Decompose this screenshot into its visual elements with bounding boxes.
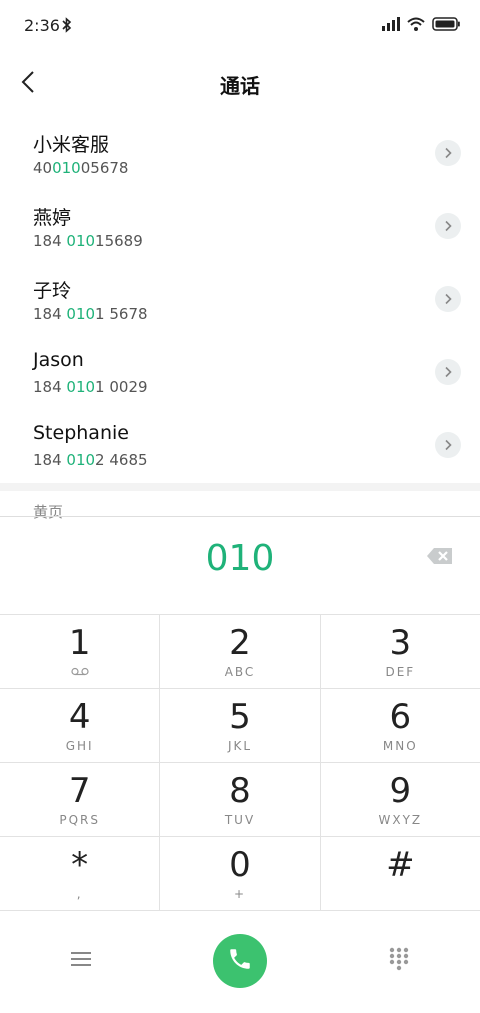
contact-number: 184 0101 0029: [33, 378, 148, 396]
section-divider: [0, 483, 480, 491]
chevron-right-icon: [444, 290, 452, 309]
key-digit: 3: [389, 623, 412, 663]
dialpad-toggle-button[interactable]: [384, 946, 414, 976]
contact-name: 子玲: [33, 280, 72, 302]
chevron-right-icon: [444, 217, 452, 236]
key-digit: 0: [229, 845, 251, 885]
contact-name: 小米客服: [33, 134, 110, 156]
key-7[interactable]: 7 PQRS: [0, 763, 161, 836]
dial-keypad: 1 2 ABC 3 DEF 4 GHI 5 JKL 6 MNO 7 PQRS 8…: [0, 614, 480, 911]
yellow-pages-section-label[interactable]: 黄页: [33, 501, 63, 522]
contact-row[interactable]: 小米客服 4001005678: [0, 118, 480, 191]
keypad-row: * , 0 + #: [0, 837, 480, 911]
contact-row[interactable]: Jason 184 0101 0029: [0, 337, 480, 410]
key-digit: 5: [229, 697, 251, 737]
menu-button[interactable]: [66, 946, 96, 976]
contact-name: 燕婷: [33, 207, 72, 229]
key-letters: MNO: [382, 739, 418, 753]
key-1[interactable]: 1: [0, 615, 161, 688]
voicemail-icon: [0, 667, 159, 676]
key-8[interactable]: 8 TUV: [160, 763, 321, 836]
key-digit: 1: [68, 623, 91, 663]
key-star[interactable]: * ,: [0, 837, 161, 910]
key-3[interactable]: 3 DEF: [321, 615, 480, 688]
chevron-right-icon: [444, 363, 452, 382]
call-button[interactable]: [213, 934, 267, 988]
contact-row[interactable]: 子玲 184 0101 5678: [0, 264, 480, 337]
contact-name: Stephanie: [33, 422, 129, 444]
key-digit: #: [386, 845, 415, 885]
contact-detail-button[interactable]: [435, 432, 461, 458]
key-5[interactable]: 5 JKL: [160, 689, 321, 762]
contact-row[interactable]: 燕婷 184 01015689: [0, 191, 480, 264]
key-2[interactable]: 2 ABC: [160, 615, 321, 688]
key-letters: +: [233, 887, 247, 901]
key-letters: ,: [76, 887, 83, 901]
key-letters: GHI: [65, 739, 94, 753]
status-time: 2:36: [24, 16, 60, 35]
divider-line: [0, 516, 480, 517]
number-match-highlight: 010: [66, 451, 96, 469]
chevron-right-icon: [444, 144, 452, 163]
key-digit: *: [71, 845, 89, 885]
key-6[interactable]: 6 MNO: [321, 689, 480, 762]
contact-detail-button[interactable]: [435, 286, 461, 312]
number-match-highlight: 010: [52, 159, 81, 177]
contact-number: 184 01015689: [33, 232, 143, 250]
backspace-icon: [426, 548, 454, 570]
key-letters: ABC: [224, 665, 256, 679]
contact-number: 184 0101 5678: [33, 305, 148, 323]
key-digit: 6: [389, 697, 412, 737]
contact-detail-button[interactable]: [435, 213, 461, 239]
contact-suggestion-list: 小米客服 4001005678 燕婷 184 01015689 子玲 184 0…: [0, 118, 480, 483]
page-title: 通话: [220, 74, 260, 98]
number-match-highlight: 010: [66, 378, 96, 396]
signal-icon: [382, 16, 400, 35]
backspace-button[interactable]: [426, 546, 454, 566]
key-letters: PQRS: [59, 813, 100, 827]
contact-name: Jason: [33, 349, 84, 371]
contact-number: 4001005678: [33, 159, 129, 177]
keypad-row: 1 2 ABC 3 DEF: [0, 615, 480, 689]
bluetooth-icon: [62, 17, 72, 37]
key-9[interactable]: 9 WXYZ: [321, 763, 480, 836]
number-match-highlight: 010: [66, 305, 96, 323]
keypad-row: 4 GHI 5 JKL 6 MNO: [0, 689, 480, 763]
key-digit: 9: [389, 771, 412, 811]
key-digit: 4: [68, 697, 91, 737]
header: 通话: [0, 60, 480, 108]
key-4[interactable]: 4 GHI: [0, 689, 161, 762]
key-letters: WXYZ: [378, 813, 423, 827]
battery-icon: [432, 16, 460, 35]
status-bar: 2:36: [0, 0, 480, 52]
wifi-icon: [407, 16, 425, 35]
contact-detail-button[interactable]: [435, 359, 461, 385]
key-letters: JKL: [227, 739, 253, 753]
key-digit: 8: [229, 771, 251, 811]
key-letters: DEF: [385, 665, 416, 679]
status-icons: [382, 16, 460, 35]
key-digit: 7: [68, 771, 91, 811]
phone-icon: [227, 946, 253, 976]
bottom-action-bar: [0, 920, 480, 1004]
key-digit: 2: [229, 623, 251, 663]
keypad-row: 7 PQRS 8 TUV 9 WXYZ: [0, 763, 480, 837]
number-match-highlight: 010: [66, 232, 96, 250]
menu-icon: [71, 951, 91, 971]
contact-detail-button[interactable]: [435, 140, 461, 166]
key-0[interactable]: 0 +: [160, 837, 321, 910]
key-letters: TUV: [224, 813, 256, 827]
key-hash[interactable]: #: [321, 837, 480, 910]
chevron-right-icon: [444, 436, 452, 455]
dialpad-icon: [389, 947, 409, 975]
dialed-number-display[interactable]: 010: [0, 538, 480, 579]
contact-number: 184 0102 4685: [33, 451, 148, 469]
contact-row[interactable]: Stephanie 184 0102 4685: [0, 410, 480, 483]
